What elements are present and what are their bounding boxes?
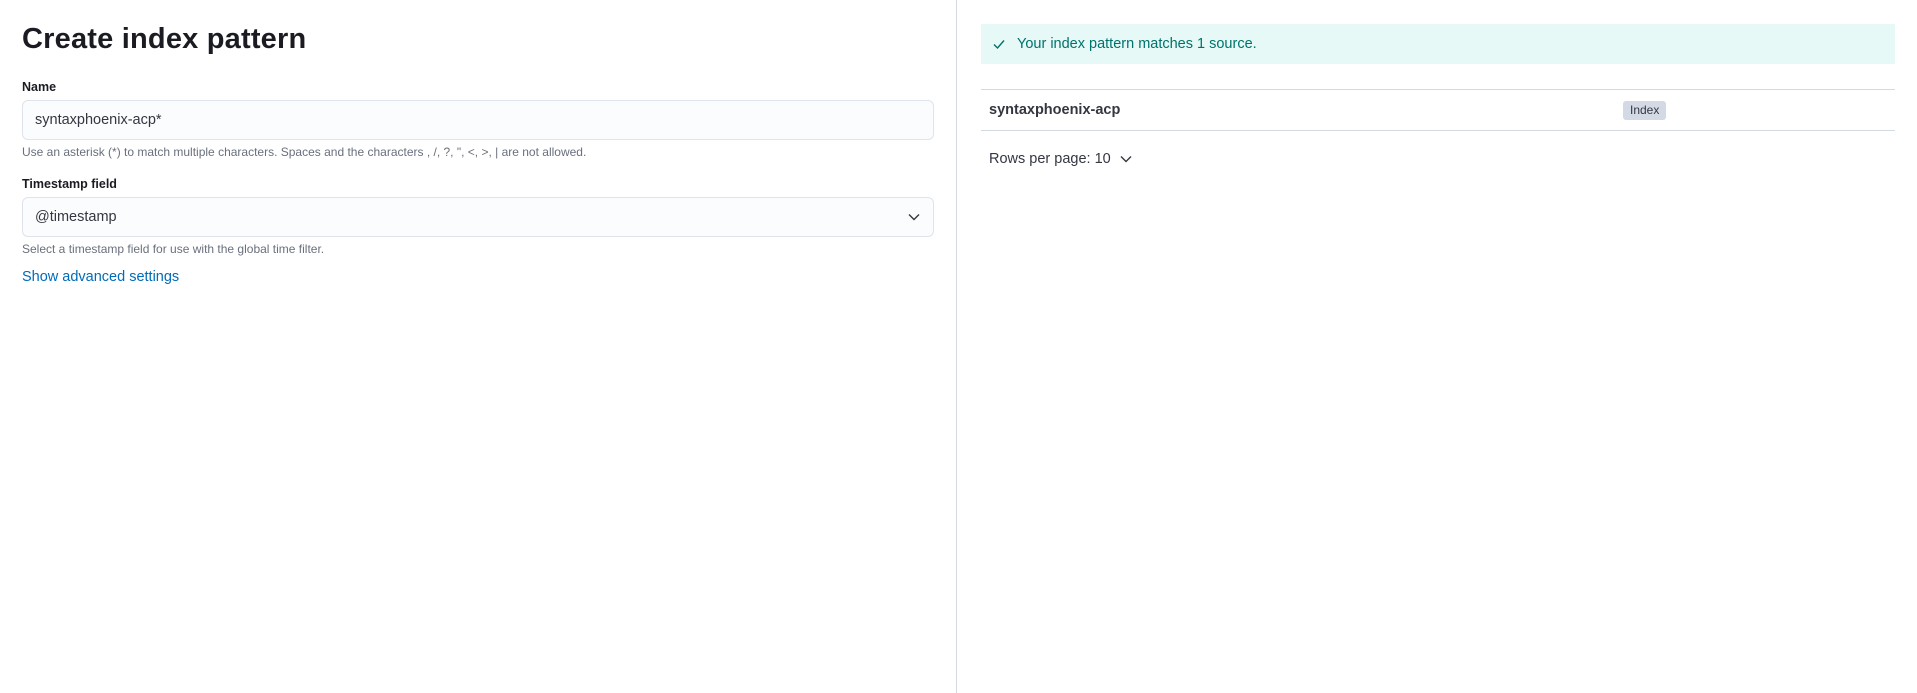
timestamp-label: Timestamp field: [22, 177, 117, 191]
results-panel: Your index pattern matches 1 source. syn…: [957, 0, 1917, 693]
source-type-badge: Index: [1623, 100, 1667, 120]
name-input[interactable]: [22, 100, 934, 140]
name-label: Name: [22, 80, 57, 94]
timestamp-select[interactable]: @timestamp: [22, 197, 934, 237]
source-type-cell: Index: [1623, 100, 1667, 120]
timestamp-help-text: Select a timestamp field for use with th…: [22, 242, 325, 256]
check-icon: [991, 36, 1007, 52]
timestamp-select-value: @timestamp: [35, 209, 117, 225]
page: Create index pattern Name Use an asteris…: [0, 0, 1917, 693]
page-title: Create index pattern: [22, 23, 307, 55]
table-row: syntaxphoenix-acp Index: [981, 89, 1895, 131]
name-help-text: Use an asterisk (*) to match multiple ch…: [22, 145, 587, 159]
create-form-panel: Create index pattern Name Use an asteris…: [0, 0, 957, 693]
rows-per-page-button[interactable]: Rows per page: 10: [981, 151, 1133, 167]
show-advanced-settings-link[interactable]: Show advanced settings: [22, 269, 179, 285]
rows-per-page-label: Rows per page: 10: [989, 151, 1111, 167]
chevron-down-icon: [1119, 152, 1133, 166]
match-callout: Your index pattern matches 1 source.: [981, 24, 1895, 64]
chevron-down-icon: [907, 210, 921, 224]
source-name: syntaxphoenix-acp: [989, 102, 1121, 118]
callout-text: Your index pattern matches 1 source.: [1017, 36, 1257, 52]
